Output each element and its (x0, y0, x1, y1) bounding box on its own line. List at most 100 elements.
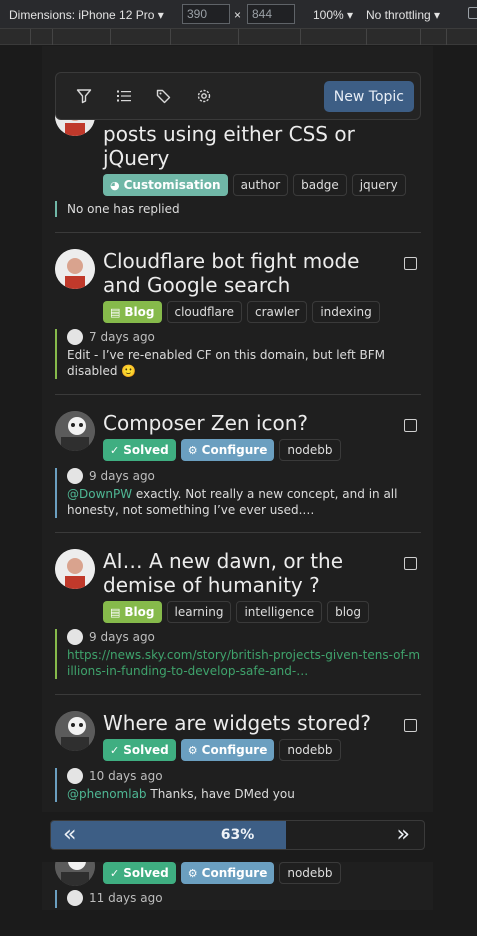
reply-time[interactable]: 10 days ago (89, 768, 163, 784)
tag-label: Configure (201, 866, 268, 880)
throttling-selector[interactable]: No throttling ▾ (366, 8, 440, 22)
last-reply[interactable]: 7 days ago Edit - I’ve re-enabled CF on … (55, 329, 421, 379)
tag-list: ✓ Solved ⚙ Configure nodebb (103, 739, 341, 761)
tag-list: ▤ Blog cloudflare crawler indexing (103, 301, 380, 323)
tag-label: Blog (124, 605, 155, 619)
width-input[interactable] (182, 4, 230, 24)
last-reply: No one has replied (55, 201, 421, 217)
last-reply[interactable]: 10 days ago @phenomlab Thanks, have DMed… (55, 768, 421, 802)
avatar (67, 890, 83, 906)
tag[interactable]: cloudflare (166, 301, 242, 323)
device-viewport: posts using either CSS or jQuery ◕ Custom… (42, 46, 433, 910)
last-reply[interactable]: 9 days ago @DownPW exactly. Not really a… (55, 468, 421, 518)
tag[interactable]: nodebb (279, 439, 341, 461)
category-badge[interactable]: ▤ Blog (103, 601, 162, 623)
tag-label: Solved (123, 866, 169, 880)
tag-label: Solved (123, 743, 169, 757)
progress-track[interactable]: 63% « » (50, 820, 425, 850)
cogs-icon: ⚙ (187, 866, 198, 880)
times-sign: × (234, 8, 242, 22)
avatar (67, 329, 83, 345)
user-mention[interactable]: @phenomlab (67, 787, 147, 801)
divider (55, 232, 421, 233)
select-checkbox[interactable] (404, 257, 417, 270)
media-query-ruler (0, 29, 477, 45)
category-badge[interactable]: ⚙ Configure (180, 739, 275, 761)
category-badge[interactable]: ⚙ Configure (180, 439, 275, 461)
list-icon[interactable] (111, 83, 137, 109)
device-selector[interactable]: Dimensions: iPhone 12 Pro ▾ (9, 8, 164, 22)
rotate-icon[interactable] (468, 7, 477, 19)
tag[interactable]: blog (327, 601, 370, 623)
tag[interactable]: nodebb (279, 739, 341, 761)
reply-time[interactable]: 11 days ago (89, 890, 163, 906)
jump-last-icon[interactable]: » (397, 824, 410, 846)
palette-icon: ◕ (110, 178, 120, 192)
select-checkbox[interactable] (404, 719, 417, 732)
category-badge[interactable]: ⚙ Configure (180, 862, 275, 884)
tag[interactable]: author (232, 174, 289, 196)
tag[interactable]: indexing (312, 301, 380, 323)
tag-list: ✓ Solved ⚙ Configure nodebb (103, 862, 341, 884)
category-badge[interactable]: ◕ Customisation (103, 174, 228, 196)
jump-first-icon[interactable]: « (63, 824, 76, 846)
avatar (67, 468, 83, 484)
avatar (67, 629, 83, 645)
reply-link[interactable]: https://news.sky.com/story/british-proje… (67, 648, 420, 678)
cogs-icon: ⚙ (187, 743, 198, 757)
tag[interactable]: nodebb (279, 862, 341, 884)
topic-title[interactable]: Composer Zen icon? (103, 411, 403, 435)
topic-title[interactable]: Where are widgets stored? (103, 711, 403, 735)
tag[interactable]: jquery (351, 174, 406, 196)
topic-title[interactable]: posts using either CSS or jQuery (103, 122, 403, 170)
user-mention[interactable]: @DownPW (67, 487, 132, 501)
last-reply[interactable]: 9 days ago https://news.sky.com/story/br… (55, 629, 421, 679)
tag[interactable]: learning (166, 601, 232, 623)
avatar (55, 711, 95, 751)
tag-label: Solved (123, 443, 169, 457)
height-input[interactable] (247, 4, 295, 24)
tag-list: ◕ Customisation author badge jquery (103, 174, 406, 196)
new-topic-button[interactable]: New Topic (323, 81, 414, 112)
newspaper-icon: ▤ (110, 605, 121, 619)
tag[interactable]: intelligence (236, 601, 323, 623)
tag-label: Blog (124, 305, 155, 319)
tag-label: Configure (201, 743, 268, 757)
scroll-progress-bar: 63% « » (42, 812, 433, 862)
avatar (55, 249, 95, 289)
gear-icon[interactable] (191, 83, 217, 109)
zoom-selector[interactable]: 100% ▾ (313, 8, 353, 22)
topic-title[interactable]: Cloudflare bot fight mode and Google sea… (103, 249, 403, 297)
check-icon: ✓ (110, 743, 120, 757)
tag-label: Customisation (123, 178, 221, 192)
category-badge[interactable]: ✓ Solved (103, 862, 176, 884)
check-icon: ✓ (110, 866, 120, 880)
divider (55, 394, 421, 395)
category-badge[interactable]: ✓ Solved (103, 439, 176, 461)
category-badge[interactable]: ▤ Blog (103, 301, 162, 323)
avatar (55, 411, 95, 451)
reply-time[interactable]: 9 days ago (89, 629, 155, 645)
devtools-toolbar: Dimensions: iPhone 12 Pro ▾ × 100% ▾ No … (0, 0, 477, 29)
filter-icon[interactable] (71, 83, 97, 109)
reply-time[interactable]: 9 days ago (89, 468, 155, 484)
tag-list: ▤ Blog learning intelligence blog (103, 601, 370, 623)
tag-label: Configure (201, 443, 268, 457)
select-checkbox[interactable] (404, 557, 417, 570)
check-icon: ✓ (110, 443, 120, 457)
topic-title[interactable]: AI… A new dawn, or the demise of humanit… (103, 549, 403, 597)
newspaper-icon: ▤ (110, 305, 121, 319)
tag[interactable]: badge (293, 174, 347, 196)
progress-label: 63% (220, 827, 255, 843)
tag-list: ✓ Solved ⚙ Configure nodebb (103, 439, 341, 461)
tag[interactable]: crawler (246, 301, 308, 323)
last-reply[interactable]: 11 days ago (55, 890, 421, 908)
reply-text: Edit - I’ve re-enabled CF on this domain… (67, 348, 385, 378)
reply-time[interactable]: 7 days ago (89, 329, 155, 345)
reply-text: Thanks, have DMed you (146, 787, 295, 801)
reply-text: No one has replied (67, 202, 180, 216)
avatar (67, 768, 83, 784)
category-badge[interactable]: ✓ Solved (103, 739, 176, 761)
tags-icon[interactable] (151, 83, 177, 109)
select-checkbox[interactable] (404, 419, 417, 432)
